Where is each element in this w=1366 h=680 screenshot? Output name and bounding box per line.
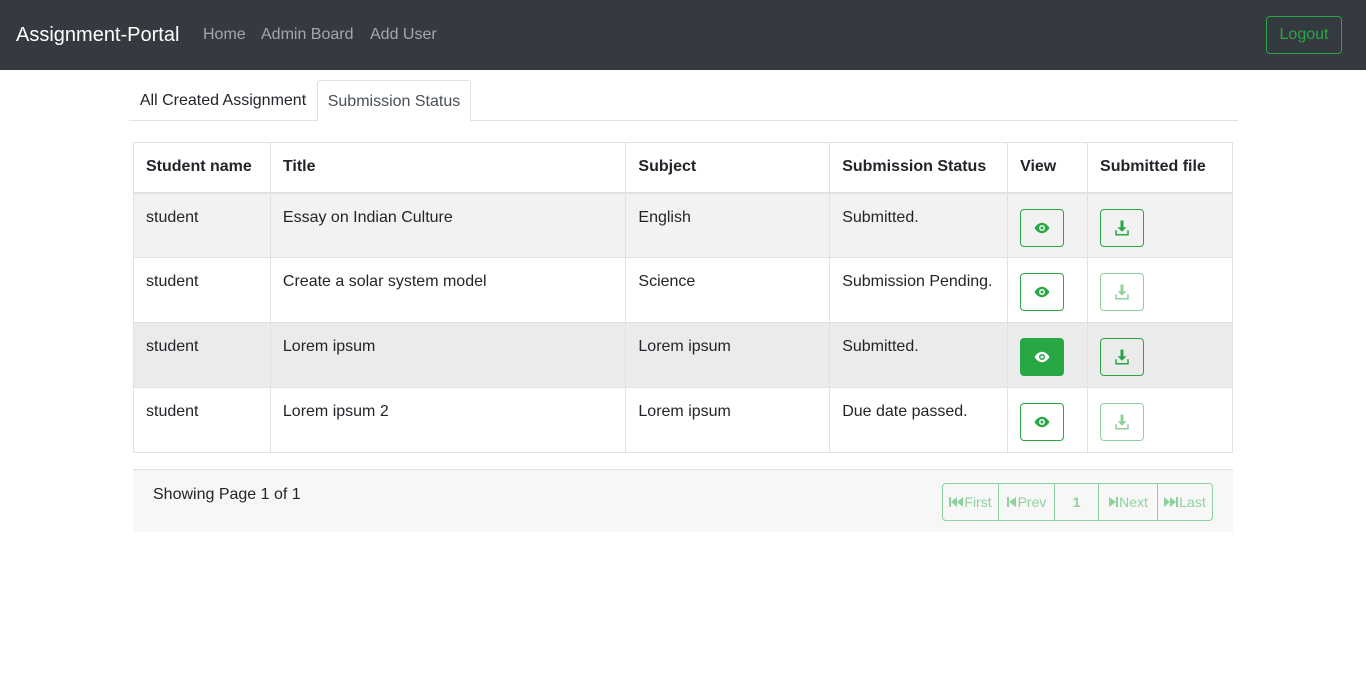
table-row: student Create a solar system model Scie… xyxy=(133,257,1233,323)
header-student-name: Student name xyxy=(133,142,271,194)
nav-add-user-link[interactable]: Add User xyxy=(370,25,437,45)
tab-submission-status[interactable]: Submission Status xyxy=(317,80,471,121)
eye-icon xyxy=(1034,351,1050,363)
view-button[interactable] xyxy=(1020,338,1065,376)
table-row: student Essay on Indian Culture English … xyxy=(133,192,1233,258)
cell-status: Submitted. xyxy=(829,192,1009,258)
download-button-disabled[interactable] xyxy=(1100,273,1145,311)
cell-student-name: student xyxy=(133,322,271,388)
table-header-row: Student name Title Subject Submission St… xyxy=(133,142,1233,194)
next-page-button[interactable]: Next xyxy=(1098,483,1158,521)
cell-status: Due date passed. xyxy=(829,387,1009,453)
download-icon xyxy=(1115,284,1129,300)
cell-status: Submission Pending. xyxy=(829,257,1009,323)
prev-page-button[interactable]: Prev xyxy=(998,483,1055,521)
view-button[interactable] xyxy=(1020,403,1065,441)
cell-view xyxy=(1007,322,1089,388)
last-label: Last xyxy=(1179,494,1206,510)
cell-submitted-file xyxy=(1087,192,1233,258)
cell-title: Create a solar system model xyxy=(269,257,627,323)
cell-student-name: student xyxy=(133,257,271,323)
cell-student-name: student xyxy=(133,387,271,453)
download-button-disabled[interactable] xyxy=(1100,403,1145,441)
cell-title: Essay on Indian Culture xyxy=(269,192,627,258)
skip-first-icon xyxy=(949,497,964,507)
cell-view xyxy=(1007,192,1089,258)
view-button[interactable] xyxy=(1020,273,1065,311)
pagination: First Prev 1 Next Last xyxy=(942,483,1213,521)
top-navbar: Assignment-Portal Home Admin Board Add U… xyxy=(0,0,1366,70)
last-page-button[interactable]: Last xyxy=(1157,483,1213,521)
cell-submitted-file xyxy=(1087,257,1233,323)
cell-subject: Lorem ipsum xyxy=(625,322,831,388)
cell-view xyxy=(1007,387,1089,453)
page-1-button[interactable]: 1 xyxy=(1054,483,1099,521)
cell-subject: Lorem ipsum xyxy=(625,387,831,453)
tab-all-created-assignment[interactable]: All Created Assignment xyxy=(129,80,317,121)
header-title: Title xyxy=(269,142,627,194)
nav-admin-board-link[interactable]: Admin Board xyxy=(261,25,354,45)
prev-label: Prev xyxy=(1017,494,1047,510)
header-subject: Subject xyxy=(625,142,831,194)
page-info: Showing Page 1 of 1 xyxy=(153,486,301,503)
header-view: View xyxy=(1007,142,1089,194)
brand-logo[interactable]: Assignment-Portal xyxy=(16,22,179,48)
cell-subject: Science xyxy=(625,257,831,323)
cell-title: Lorem ipsum 2 xyxy=(269,387,627,453)
table-footer: Showing Page 1 of 1 First Prev 1 Next La… xyxy=(133,469,1233,532)
header-submission-status: Submission Status xyxy=(829,142,1009,194)
nav-home-link[interactable]: Home xyxy=(203,25,246,45)
cell-submitted-file xyxy=(1087,322,1233,388)
cell-status: Submitted. xyxy=(829,322,1009,388)
view-button[interactable] xyxy=(1020,208,1065,247)
step-forward-icon xyxy=(1109,497,1119,507)
submission-table: Student name Title Subject Submission St… xyxy=(133,142,1233,453)
cell-view xyxy=(1007,257,1089,323)
skip-last-icon xyxy=(1164,497,1179,507)
download-button[interactable] xyxy=(1100,338,1145,376)
cell-subject: English xyxy=(625,192,831,258)
download-button[interactable] xyxy=(1100,208,1145,247)
download-icon xyxy=(1115,220,1129,235)
first-label: First xyxy=(964,494,992,510)
assignment-tabs: All Created Assignment Submission Status xyxy=(129,80,1238,121)
download-icon xyxy=(1115,349,1129,365)
eye-icon xyxy=(1034,416,1050,428)
cell-title: Lorem ipsum xyxy=(269,322,627,388)
table-row: student Lorem ipsum Lorem ipsum Submitte… xyxy=(133,322,1233,388)
next-label: Next xyxy=(1119,494,1148,510)
cell-submitted-file xyxy=(1087,387,1233,453)
eye-icon xyxy=(1034,222,1050,233)
download-icon xyxy=(1115,414,1129,430)
header-submitted-file: Submitted file xyxy=(1087,142,1233,194)
first-page-button[interactable]: First xyxy=(942,483,999,521)
cell-student-name: student xyxy=(133,192,271,258)
table-row: student Lorem ipsum 2 Lorem ipsum Due da… xyxy=(133,387,1233,453)
logout-button[interactable]: Logout xyxy=(1266,16,1342,54)
step-back-icon xyxy=(1006,497,1016,507)
eye-icon xyxy=(1034,286,1050,298)
